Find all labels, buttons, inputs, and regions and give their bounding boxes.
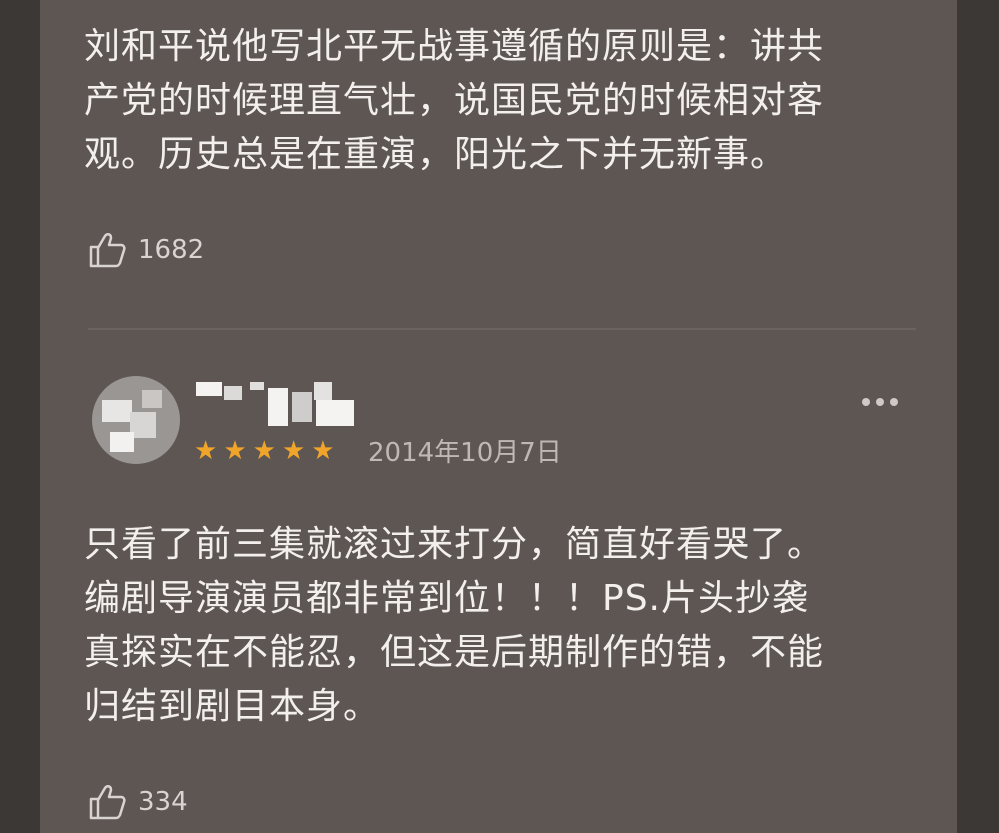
left-edge [0, 0, 40, 833]
screen: 刘和平说他写北平无战事遵循的原则是：讲共 产党的时候理直气壮，说国民党的时候相对… [0, 0, 999, 833]
comment-1-like-count: 1682 [138, 235, 205, 265]
star-icon: ★ [223, 436, 247, 466]
comment-2-like-count: 334 [138, 787, 188, 817]
comment-1-text: 刘和平说他写北平无战事遵循的原则是：讲共 产党的时候理直气壮，说国民党的时候相对… [84, 26, 825, 175]
right-edge [957, 0, 999, 833]
star-icon: ★ [194, 436, 218, 466]
star-icon: ★ [281, 436, 306, 466]
thumbs-up-icon [89, 785, 126, 820]
star-icon: ★ [311, 436, 335, 466]
comment-2-text: 只看了前三集就滚过来打分，简直好看哭了。 编剧导演演员都非常到位！！！PS.片头… [84, 524, 825, 727]
rating-stars: ★ ★ ★ ★ ★ [194, 438, 335, 464]
comment-date: 2014年10月7日 [368, 438, 562, 468]
comment-2-like-button[interactable]: 334 [88, 784, 188, 820]
more-dots-icon[interactable] [862, 398, 898, 406]
comment-divider [88, 328, 916, 330]
avatar[interactable] [92, 376, 180, 464]
username-blurred[interactable] [196, 378, 366, 426]
comment-1-like-button[interactable]: 1682 [88, 232, 204, 268]
star-icon: ★ [252, 436, 276, 466]
thumbs-up-icon [89, 233, 126, 268]
